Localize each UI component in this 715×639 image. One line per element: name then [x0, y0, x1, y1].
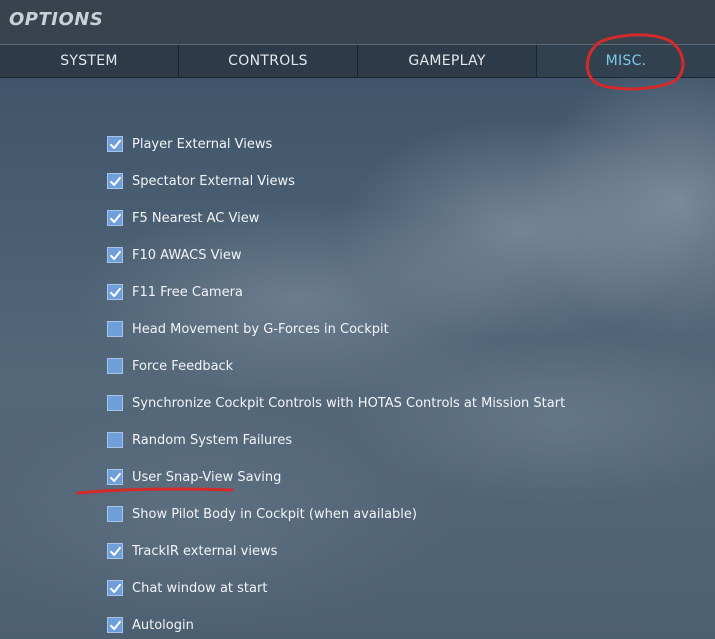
- checkmark-icon: [109, 139, 121, 149]
- option-row[interactable]: Show Pilot Body in Cockpit (when availab…: [107, 504, 417, 524]
- option-label: Force Feedback: [132, 358, 234, 374]
- title-bar: OPTIONS: [0, 0, 715, 44]
- option-label: Random System Failures: [132, 432, 293, 448]
- option-row[interactable]: Spectator External Views: [107, 171, 295, 191]
- tab-bar: SYSTEM CONTROLS GAMEPLAY MISC.: [0, 44, 715, 78]
- checkbox-unchecked[interactable]: [107, 432, 123, 448]
- option-row[interactable]: F10 AWACS View: [107, 245, 241, 265]
- tab-controls[interactable]: CONTROLS: [179, 45, 358, 77]
- checkbox-checked[interactable]: [107, 469, 123, 485]
- tab-label: SYSTEM: [60, 53, 118, 69]
- option-row[interactable]: F5 Nearest AC View: [107, 208, 259, 228]
- tab-label: CONTROLS: [228, 53, 308, 69]
- option-label: User Snap-View Saving: [132, 469, 282, 485]
- option-label: Synchronize Cockpit Controls with HOTAS …: [132, 395, 566, 411]
- option-row[interactable]: Synchronize Cockpit Controls with HOTAS …: [107, 393, 565, 413]
- option-row[interactable]: Player External Views: [107, 134, 272, 154]
- checkmark-icon: [109, 546, 121, 556]
- checkbox-unchecked[interactable]: [107, 321, 123, 337]
- tab-gameplay[interactable]: GAMEPLAY: [358, 45, 537, 77]
- checkmark-icon: [109, 213, 121, 223]
- checkmark-icon: [109, 472, 121, 482]
- option-row[interactable]: Head Movement by G-Forces in Cockpit: [107, 319, 389, 339]
- option-label: F5 Nearest AC View: [132, 210, 260, 226]
- option-row[interactable]: Autologin: [107, 615, 194, 635]
- tab-label: MISC.: [605, 53, 647, 69]
- option-label: F11 Free Camera: [132, 284, 243, 300]
- tab-misc[interactable]: MISC.: [537, 45, 715, 77]
- checkbox-checked[interactable]: [107, 617, 123, 633]
- tab-label: GAMEPLAY: [408, 53, 486, 69]
- option-label: F10 AWACS View: [132, 247, 242, 263]
- checkbox-unchecked[interactable]: [107, 395, 123, 411]
- option-label: TrackIR external views: [132, 543, 278, 559]
- checkmark-icon: [109, 583, 121, 593]
- checkmark-icon: [109, 620, 121, 630]
- option-row[interactable]: Force Feedback: [107, 356, 233, 376]
- option-label: Player External Views: [132, 136, 273, 152]
- option-row[interactable]: TrackIR external views: [107, 541, 277, 561]
- checkbox-checked[interactable]: [107, 136, 123, 152]
- option-label: Show Pilot Body in Cockpit (when availab…: [132, 506, 417, 522]
- checkbox-unchecked[interactable]: [107, 358, 123, 374]
- option-label: Spectator External Views: [132, 173, 295, 189]
- checkmark-icon: [109, 250, 121, 260]
- option-label: Autologin: [132, 617, 194, 633]
- checkbox-checked[interactable]: [107, 284, 123, 300]
- checkmark-icon: [109, 176, 121, 186]
- checkbox-checked[interactable]: [107, 543, 123, 559]
- checkbox-checked[interactable]: [107, 580, 123, 596]
- option-label: Chat window at start: [132, 580, 268, 596]
- checkbox-checked[interactable]: [107, 210, 123, 226]
- checkmark-icon: [109, 287, 121, 297]
- option-row[interactable]: Chat window at start: [107, 578, 267, 598]
- option-row[interactable]: User Snap-View Saving: [107, 467, 281, 487]
- checkbox-unchecked[interactable]: [107, 506, 123, 522]
- option-row[interactable]: F11 Free Camera: [107, 282, 243, 302]
- checkbox-checked[interactable]: [107, 173, 123, 189]
- tab-system[interactable]: SYSTEM: [0, 45, 179, 77]
- window-title: OPTIONS: [9, 9, 104, 30]
- option-label: Head Movement by G-Forces in Cockpit: [132, 321, 389, 337]
- option-row[interactable]: Random System Failures: [107, 430, 292, 450]
- checkbox-checked[interactable]: [107, 247, 123, 263]
